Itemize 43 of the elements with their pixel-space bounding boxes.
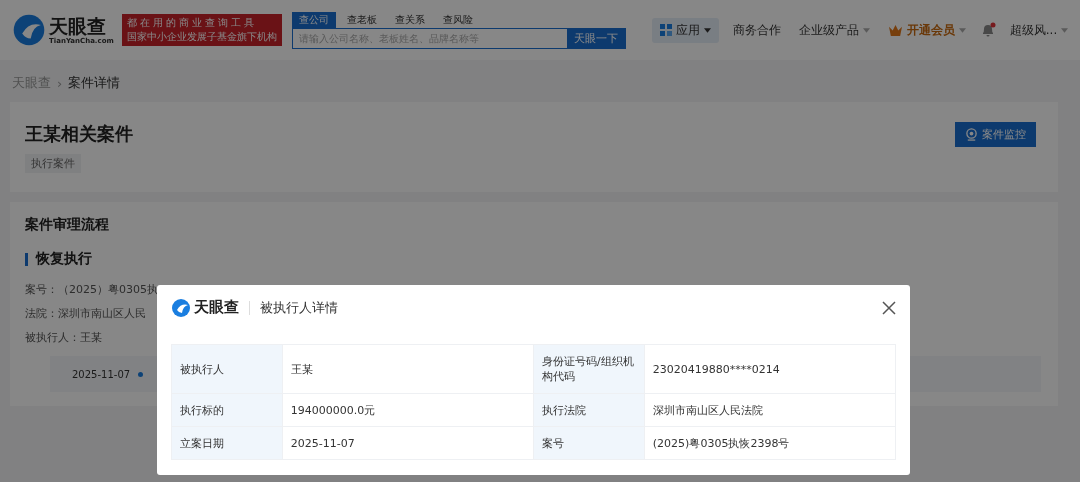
case-field: 法院：深圳市南山区人民 [25,302,146,326]
grid-icon [659,24,672,36]
label-cell: 立案日期 [171,426,283,460]
slogan-banner: 都在用的商业查询工具 国家中小企业发展子基金旗下机构 [121,14,282,46]
logo-icon [12,13,46,47]
case-tag: 执行案件 [25,154,81,173]
timeline-date: 2025-11-07 [72,368,131,380]
value-cell: 王某 [282,344,534,394]
value-cell: (2025)粤0305执恢2398号 [644,426,896,460]
breadcrumb-current: 案件详情 [68,74,121,92]
value-cell: 深圳市南山区人民法院 [644,393,896,427]
section-title: 案件审理流程 [25,216,110,234]
logo-text: 天眼查 [49,15,107,37]
label-cell: 执行法院 [533,393,645,427]
search-tab[interactable]: 查老板 [339,11,384,28]
label-cell: 案号 [533,426,645,460]
nav-item[interactable]: 应用 [651,17,719,43]
monitor-button[interactable]: 案件监控 [955,122,1036,147]
label-cell: 被执行人 [171,344,283,394]
case-field: 被执行人：王某 [25,326,102,350]
stage-title: 恢复执行 [36,250,92,268]
nav-item[interactable]: 超级风... [1005,17,1073,43]
search-tab[interactable]: 查风险 [435,11,480,28]
case-title: 王某相关案件 [25,122,133,146]
case-field: 案号：（2025）粤0305执 [25,278,158,302]
nav-item[interactable]: 企业级产品 [794,17,874,43]
search-tab[interactable]: 查关系 [387,11,432,28]
crown-icon [887,23,903,37]
logo-icon [171,297,191,318]
camera-icon [965,128,978,141]
nav-item[interactable]: 商务合作 [728,17,785,43]
value-cell: 23020419880****0214 [644,344,896,394]
nav-item[interactable]: 开通会员 [883,17,970,43]
close-icon[interactable] [882,300,896,315]
search-tab[interactable]: 查公司 [291,11,336,28]
timeline-dot [138,371,144,377]
label-cell: 身份证号码/组织机构代码 [533,344,645,394]
dialog-title: 被执行人详情 [260,298,338,317]
logo-text: 天眼查 [194,298,239,317]
value-cell: 2025-11-07 [282,426,534,460]
value-cell: 194000000.0元 [282,393,534,427]
label-cell: 执行标的 [171,393,283,427]
breadcrumb-separator: › [57,75,63,91]
